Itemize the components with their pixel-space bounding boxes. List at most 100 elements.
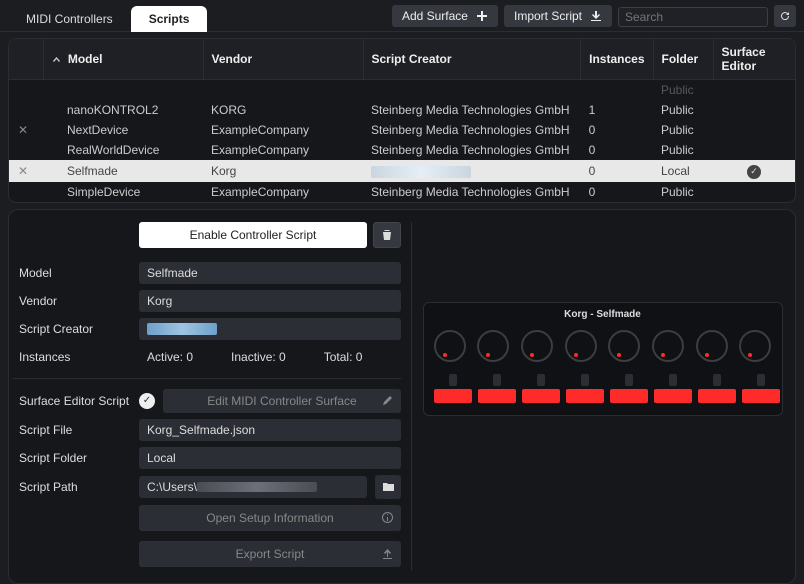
plus-icon	[476, 10, 488, 22]
divider	[13, 378, 401, 379]
fader	[522, 374, 560, 403]
cell-folder: Public	[653, 182, 713, 202]
knob	[696, 330, 728, 362]
col-model-label: Model	[68, 52, 103, 66]
col-creator[interactable]: Script Creator	[363, 39, 581, 80]
surface-title: Korg - Selfmade	[434, 309, 772, 320]
col-vendor[interactable]: Vendor	[203, 39, 363, 80]
script-file-label: Script File	[13, 423, 131, 437]
cell-vendor: KORG	[203, 100, 363, 120]
knob	[477, 330, 509, 362]
sort-icon	[52, 55, 61, 64]
import-script-button[interactable]: Import Script	[504, 5, 612, 27]
model-value: Selfmade	[139, 262, 401, 284]
cell-instances: 0	[581, 140, 653, 160]
cell-model: NextDevice	[43, 120, 203, 140]
fader	[434, 374, 472, 403]
table-row[interactable]: RealWorldDevice ExampleCompany Steinberg…	[9, 140, 795, 160]
upload-icon	[382, 548, 393, 559]
vendor-value: Korg	[139, 290, 401, 312]
script-path-text: C:\Users\	[147, 480, 197, 494]
download-icon	[590, 10, 602, 22]
script-path-value: C:\Users\	[139, 476, 367, 498]
script-folder-label: Script Folder	[13, 451, 131, 465]
cell-surface-editor	[713, 120, 795, 140]
export-script-label: Export Script	[236, 547, 305, 561]
add-surface-label: Add Surface	[402, 9, 468, 23]
cell-instances: 0	[581, 182, 653, 202]
vendor-label: Vendor	[13, 294, 131, 308]
edit-surface-label: Edit MIDI Controller Surface	[207, 394, 356, 408]
col-surface-editor[interactable]: Surface Editor	[713, 39, 795, 80]
cell-folder: Public	[653, 140, 713, 160]
cell-creator: Steinberg Media Technologies GmbH	[363, 100, 581, 120]
fader	[698, 374, 736, 403]
divider	[411, 222, 412, 571]
fader	[566, 374, 604, 403]
import-script-label: Import Script	[514, 9, 582, 23]
knob	[565, 330, 597, 362]
cell-creator: Steinberg Media Technologies GmbH	[363, 120, 581, 140]
script-path-label: Script Path	[13, 480, 131, 494]
knob	[608, 330, 640, 362]
export-script-button[interactable]: Export Script	[139, 541, 401, 567]
cell-instances: 0	[581, 120, 653, 140]
info-icon	[382, 512, 393, 523]
table-row[interactable]: SimpleDevice ExampleCompany Steinberg Me…	[9, 182, 795, 202]
cell-model: nanoKONTROL2	[43, 100, 203, 120]
delete-script-button[interactable]	[373, 222, 401, 248]
add-surface-button[interactable]: Add Surface	[392, 5, 498, 27]
table-row[interactable]: ✕ Selfmade Korg 0 Local ✓	[9, 160, 795, 182]
tab-scripts[interactable]: Scripts	[131, 6, 208, 32]
cell-vendor: ExampleCompany	[203, 140, 363, 160]
script-folder-value: Local	[139, 447, 401, 469]
search-input[interactable]	[625, 10, 780, 24]
close-icon: ✕	[17, 164, 29, 178]
cell-creator: Steinberg Media Technologies GmbH	[363, 182, 581, 202]
fader	[654, 374, 692, 403]
instances-inactive: Inactive: 0	[231, 350, 286, 364]
creator-value	[139, 318, 401, 340]
instances-label: Instances	[13, 350, 131, 364]
cell-vendor: ExampleCompany	[203, 120, 363, 140]
table-row[interactable]: nanoKONTROL2 KORG Steinberg Media Techno…	[9, 100, 795, 120]
col-icon[interactable]	[9, 39, 43, 80]
table-header-row: Model Vendor Script Creator Instances Fo…	[9, 39, 795, 80]
refresh-button[interactable]	[774, 5, 796, 27]
cell-surface-editor: ✓	[713, 160, 795, 182]
knob	[652, 330, 684, 362]
search-field[interactable]: ✕	[618, 7, 768, 27]
controller-surface-preview: Korg - Selfmade	[423, 302, 783, 416]
check-icon: ✓	[747, 165, 761, 179]
fader	[610, 374, 648, 403]
surface-editor-script-label: Surface Editor Script	[13, 394, 131, 408]
open-setup-information-button[interactable]: Open Setup Information	[139, 505, 401, 531]
cell-creator	[363, 160, 581, 182]
cell-surface-editor	[713, 140, 795, 160]
cell-model: Selfmade	[43, 160, 203, 182]
close-icon: ✕	[17, 123, 29, 137]
cell-vendor: ExampleCompany	[203, 182, 363, 202]
open-folder-button[interactable]	[375, 475, 401, 499]
table-row[interactable]: Public	[9, 80, 795, 101]
table-row[interactable]: ✕ NextDevice ExampleCompany Steinberg Me…	[9, 120, 795, 140]
enable-controller-script-button[interactable]: Enable Controller Script	[139, 222, 367, 248]
pencil-icon	[382, 395, 393, 406]
trash-icon	[381, 229, 393, 241]
surface-editor-check-icon: ✓	[139, 393, 155, 409]
instances-value: Active: 0 Inactive: 0 Total: 0	[139, 346, 401, 368]
col-folder[interactable]: Folder	[653, 39, 713, 80]
edit-midi-controller-surface-button[interactable]: Edit MIDI Controller Surface	[163, 389, 401, 413]
knob	[521, 330, 553, 362]
refresh-icon	[778, 9, 792, 23]
knob	[434, 330, 466, 362]
cell-instances: 0	[581, 160, 653, 182]
cell-folder: Public	[653, 120, 713, 140]
cell-creator: Steinberg Media Technologies GmbH	[363, 140, 581, 160]
col-model[interactable]: Model	[43, 39, 203, 80]
col-instances[interactable]: Instances	[581, 39, 653, 80]
tab-midi-controllers[interactable]: MIDI Controllers	[8, 6, 131, 32]
cell-instances: 1	[581, 100, 653, 120]
cell-surface-editor	[713, 182, 795, 202]
detail-panel: Enable Controller Script Model Selfmade …	[8, 209, 796, 584]
